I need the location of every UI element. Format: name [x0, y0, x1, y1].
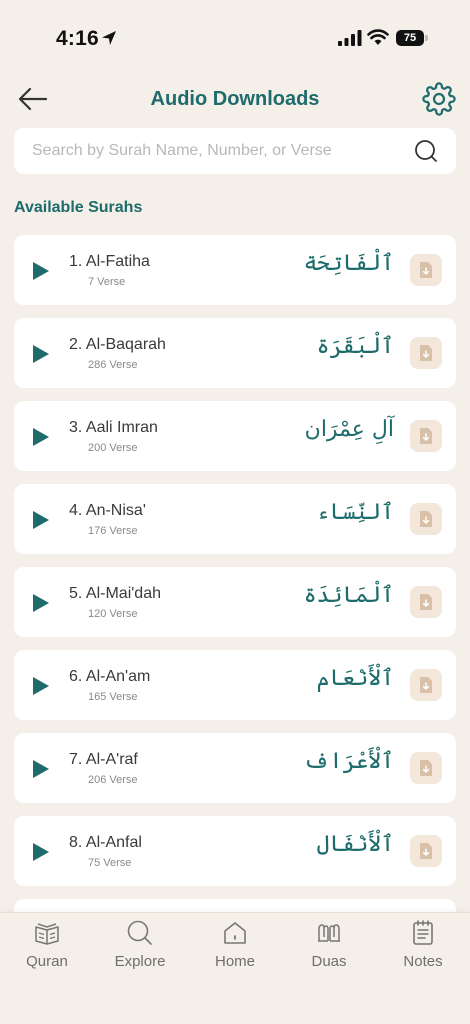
surah-arabic-name: آلِ عِمْرَان: [304, 417, 394, 442]
surah-card[interactable]: 7. Al-A'raf 206 Verse ٱلْأَعْرَاف: [14, 733, 456, 803]
download-file-icon: [420, 511, 432, 527]
surah-arabic-name: ٱلْأَنْعَام: [316, 666, 394, 691]
play-icon[interactable]: [32, 510, 50, 530]
surah-name: 8. Al-Anfal: [69, 834, 142, 851]
surah-verse-count: 7 Verse: [88, 276, 126, 288]
download-button[interactable]: [410, 254, 442, 286]
surah-arabic-name: ٱلنِّسَاء: [316, 500, 394, 525]
surah-card[interactable]: 3. Aali Imran 200 Verse آلِ عِمْرَان: [14, 401, 456, 471]
download-file-icon: [420, 428, 432, 444]
surah-verse-count: 120 Verse: [88, 608, 138, 620]
status-time: 4:16: [56, 27, 99, 50]
surah-card[interactable]: 5. Al-Mai'dah 120 Verse ٱلْمَائِدَة: [14, 567, 456, 637]
download-file-icon: [420, 843, 432, 859]
download-button[interactable]: [410, 420, 442, 452]
surah-verse-count: 176 Verse: [88, 525, 138, 537]
surah-verse-count: 165 Verse: [88, 691, 138, 703]
download-file-icon: [420, 594, 432, 610]
play-icon[interactable]: [32, 344, 50, 364]
surah-arabic-name: ٱلْأَنْفَال: [316, 832, 394, 857]
status-bar: 4:16 75: [0, 0, 470, 76]
nav-item-notes[interactable]: Notes: [383, 919, 463, 979]
download-button[interactable]: [410, 586, 442, 618]
nav-label: Explore: [114, 953, 166, 970]
nav-label: Duas: [311, 953, 347, 970]
gear-icon: [422, 82, 456, 116]
nav-item-home[interactable]: Home: [195, 919, 275, 979]
wifi-icon: [367, 29, 389, 45]
search-input[interactable]: [32, 128, 402, 174]
duas-icon: [318, 924, 340, 942]
search-icon[interactable]: [414, 139, 438, 163]
nav-label: Home: [214, 953, 255, 970]
surah-name: 7. Al-A'raf: [69, 751, 138, 768]
search-bar: [14, 128, 456, 174]
play-icon[interactable]: [32, 676, 50, 696]
surah-card[interactable]: 8. Al-Anfal 75 Verse ٱلْأَنْفَال: [14, 816, 456, 886]
quran-icon: [35, 923, 59, 945]
surah-arabic-name: ٱلْمَائِدَة: [303, 583, 394, 608]
battery-level: 75: [403, 32, 417, 44]
location-arrow-icon: [102, 31, 116, 45]
download-button[interactable]: [410, 669, 442, 701]
surah-verse-count: 286 Verse: [88, 359, 138, 371]
download-file-icon: [420, 345, 432, 361]
settings-button[interactable]: [422, 82, 456, 116]
download-file-icon: [420, 677, 432, 693]
play-icon[interactable]: [32, 759, 50, 779]
nav-item-explore[interactable]: Explore: [100, 919, 180, 979]
surah-card[interactable]: 6. Al-An'am 165 Verse ٱلْأَنْعَام: [14, 650, 456, 720]
surah-name: 3. Aali Imran: [69, 419, 158, 436]
surah-card[interactable]: 4. An-Nisa' 176 Verse ٱلنِّسَاء: [14, 484, 456, 554]
surah-arabic-name: ٱلْأَعْرَاف: [303, 749, 394, 774]
search-icon: [127, 920, 152, 945]
play-icon[interactable]: [32, 261, 50, 281]
nav-label: Notes: [403, 953, 443, 970]
surah-verse-count: 75 Verse: [88, 857, 132, 869]
nav-label: Quran: [26, 953, 68, 970]
signal-icon: [338, 30, 362, 46]
notes-icon: [413, 920, 433, 945]
surah-name: 5. Al-Mai'dah: [69, 585, 161, 602]
play-icon[interactable]: [32, 593, 50, 613]
download-button[interactable]: [410, 752, 442, 784]
download-button[interactable]: [410, 503, 442, 535]
surah-name: 2. Al-Baqarah: [69, 336, 166, 353]
surah-name: 6. Al-An'am: [69, 668, 151, 685]
battery-icon: 75: [396, 30, 428, 46]
download-button[interactable]: [410, 835, 442, 867]
surah-verse-count: 206 Verse: [88, 774, 138, 786]
section-title: Available Surahs: [14, 199, 143, 216]
surah-card[interactable]: 2. Al-Baqarah 286 Verse ٱلْبَقَرَة: [14, 318, 456, 388]
header: Audio Downloads: [0, 76, 470, 124]
surah-arabic-name: ٱلْبَقَرَة: [316, 334, 394, 359]
play-icon[interactable]: [32, 842, 50, 862]
surah-card[interactable]: 1. Al-Fatiha 7 Verse ٱلْفَاتِحَة: [14, 235, 456, 305]
surah-verse-count: 200 Verse: [88, 442, 138, 454]
bottom-nav: Quran Explore Home Duas Notes: [0, 912, 470, 1024]
surah-name: 1. Al-Fatiha: [69, 253, 150, 270]
surah-arabic-name: ٱلْفَاتِحَة: [303, 251, 394, 276]
home-icon: [224, 922, 246, 944]
page-title: Audio Downloads: [150, 88, 320, 110]
download-file-icon: [420, 760, 432, 776]
download-button[interactable]: [410, 337, 442, 369]
play-icon[interactable]: [32, 427, 50, 447]
surah-name: 4. An-Nisa': [69, 502, 146, 519]
download-file-icon: [420, 262, 432, 278]
nav-item-duas[interactable]: Duas: [289, 919, 369, 979]
nav-item-quran[interactable]: Quran: [7, 919, 87, 979]
